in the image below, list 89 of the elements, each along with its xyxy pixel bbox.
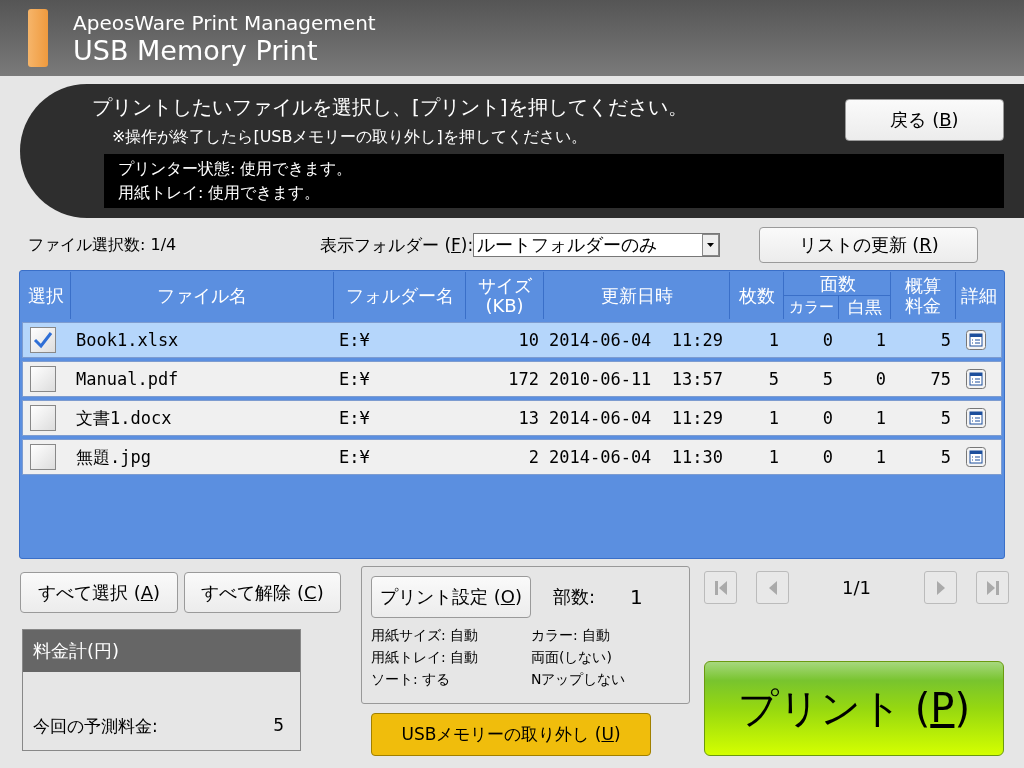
file-size: 13 xyxy=(517,408,540,428)
file-size: 10 xyxy=(517,330,540,350)
setting-text: 用紙トレイ: 自動 xyxy=(371,648,480,667)
refresh-list-button[interactable]: リストの更新 (R) xyxy=(759,227,979,263)
folder-name: E:¥ xyxy=(338,330,371,350)
color-sides: 0 xyxy=(821,408,834,428)
modified-date: 2014-06-04 11:30 xyxy=(548,447,724,467)
details-icon[interactable] xyxy=(966,369,986,389)
column-header: 面数 xyxy=(784,272,891,296)
sheet-count: 5 xyxy=(767,369,780,389)
checkbox[interactable] xyxy=(30,444,56,470)
folder-name: E:¥ xyxy=(338,408,371,428)
column-header: 詳細 xyxy=(955,272,1002,319)
folder-label: 表示フォルダー (F): xyxy=(320,233,474,257)
print-settings-button[interactable]: プリント設定 (O) xyxy=(371,576,531,618)
estimated-cost: 5 xyxy=(939,447,952,467)
remove-usb-button[interactable]: USBメモリーの取り外し (U) xyxy=(371,713,651,756)
column-header: 更新日時 xyxy=(543,272,729,319)
estimated-cost: 5 xyxy=(939,408,952,428)
mono-sides: 1 xyxy=(874,447,887,467)
instruction-text: プリントしたいファイルを選択し、[プリント]を押してください。 xyxy=(92,94,688,121)
file-size: 172 xyxy=(507,369,540,389)
setting-text: Nアップしない xyxy=(531,670,627,689)
setting-text: 用紙サイズ: 自動 xyxy=(371,626,480,645)
modified-date: 2010-06-11 13:57 xyxy=(548,369,724,389)
details-icon[interactable] xyxy=(966,408,986,428)
file-name: 文書1.docx xyxy=(75,406,173,430)
file-name: 無題.jpg xyxy=(75,445,152,469)
file-row[interactable]: Manual.pdf E:¥ 172 2010-06-11 13:57 5 5 0 75 xyxy=(22,361,1002,397)
checkbox[interactable] xyxy=(30,327,56,353)
page-indicator: 1/1 xyxy=(841,577,872,598)
estimated-cost: 75 xyxy=(929,369,952,389)
last-page-icon xyxy=(986,580,999,595)
status-line: プリンター状態: 使用できます。 xyxy=(118,158,354,180)
estimated-cost-value: 5 xyxy=(273,715,284,737)
back-button[interactable]: 戻る (B) xyxy=(845,99,1004,141)
file-name: Book1.xlsx xyxy=(75,330,180,350)
sheet-count: 1 xyxy=(767,408,780,428)
checkbox[interactable] xyxy=(30,366,56,392)
setting-text: ソート: する xyxy=(371,670,452,689)
details-icon[interactable] xyxy=(966,330,986,350)
product-name: ApeosWare Print Management xyxy=(73,10,376,35)
sheet-count: 1 xyxy=(767,330,780,350)
file-row[interactable]: 無題.jpg E:¥ 2 2014-06-04 11:30 1 0 1 5 xyxy=(22,439,1002,475)
folder-name: E:¥ xyxy=(338,447,371,467)
estimated-cost-label: 今回の予測料金: xyxy=(33,715,158,738)
next-page-icon xyxy=(936,580,945,595)
mono-sides: 1 xyxy=(874,408,887,428)
column-header: 枚数 xyxy=(729,272,783,319)
setting-text: カラー: 自動 xyxy=(531,626,612,645)
previous-page-icon xyxy=(768,580,777,595)
details-icon[interactable] xyxy=(966,447,986,467)
sheet-count: 1 xyxy=(767,447,780,467)
file-name: Manual.pdf xyxy=(75,369,180,389)
accent-bar xyxy=(28,9,48,67)
selection-button[interactable]: すべて選択 (A) xyxy=(20,572,178,613)
file-row[interactable]: 文書1.docx E:¥ 13 2014-06-04 11:29 1 0 1 5 xyxy=(22,400,1002,436)
file-count: ファイル選択数: 1/4 xyxy=(28,234,178,256)
first-page-icon xyxy=(714,580,727,595)
modified-date: 2014-06-04 11:29 xyxy=(548,408,724,428)
column-header: フォルダー名 xyxy=(333,272,465,319)
file-size: 2 xyxy=(527,447,540,467)
column-header: ファイル名 xyxy=(70,272,333,319)
file-row[interactable]: Book1.xlsx E:¥ 10 2014-06-04 11:29 1 0 1 5 xyxy=(22,322,1002,358)
column-header: カラー xyxy=(787,297,835,318)
mono-sides: 0 xyxy=(874,369,887,389)
color-sides: 0 xyxy=(821,330,834,350)
note-text: ※操作が終了したら[USBメモリーの取り外し]を押してください。 xyxy=(112,127,587,148)
selection-button[interactable]: すべて解除 (C) xyxy=(184,572,341,613)
modified-date: 2014-06-04 11:29 xyxy=(548,330,724,350)
status-line: 用紙トレイ: 使用できます。 xyxy=(118,182,322,204)
app-title: USB Memory Print xyxy=(73,34,319,66)
folder-name: E:¥ xyxy=(338,369,371,389)
copies-value: 1 xyxy=(630,585,643,609)
copies-label: 部数: xyxy=(553,585,596,609)
estimated-cost: 5 xyxy=(939,330,952,350)
checkmark-icon xyxy=(33,331,53,349)
mono-sides: 1 xyxy=(874,330,887,350)
print-button[interactable]: プリント (P) xyxy=(704,661,1004,756)
column-header: 選択 xyxy=(27,283,65,308)
folder-dropdown[interactable]: ルートフォルダーのみ xyxy=(473,233,721,257)
color-sides: 5 xyxy=(821,369,834,389)
cost-panel-title: 料金計(円) xyxy=(23,630,300,672)
color-sides: 0 xyxy=(821,447,834,467)
column-header: 白黒 xyxy=(838,296,891,319)
column-header: 概算 料金 xyxy=(890,272,955,319)
setting-text: 両面(しない) xyxy=(531,648,613,667)
checkbox[interactable] xyxy=(30,405,56,431)
column-header: サイズ (KB) xyxy=(465,272,543,319)
